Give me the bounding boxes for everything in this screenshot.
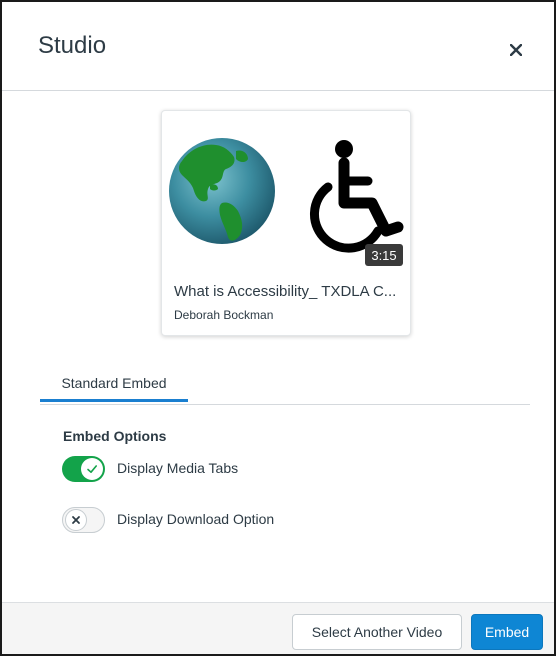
studio-modal: Studio 3:15 What is Accessibility_ TXDLA… [0,0,556,656]
video-title: What is Accessibility_ TXDLA C... [174,283,397,300]
display-media-tabs-label: Display Media Tabs [117,460,239,476]
embed-button[interactable]: Embed [471,614,543,650]
display-media-tabs-toggle[interactable] [62,456,105,482]
option-display-media-tabs: Display Media Tabs [62,454,462,484]
modal-footer: Select Another Video Embed [2,602,554,654]
modal-title: Studio [38,32,107,59]
duration-badge: 3:15 [365,244,403,266]
close-icon [510,44,522,56]
toggle-knob [81,458,103,480]
option-display-download: Display Download Option [62,505,462,535]
modal-header: Studio [2,2,554,91]
checkmark-icon [87,465,97,473]
display-download-option-toggle[interactable] [62,507,105,533]
media-card[interactable]: 3:15 What is Accessibility_ TXDLA C... D… [161,110,411,336]
embed-options-heading: Embed Options [63,428,167,444]
embed-tabs: Standard Embed [40,362,530,405]
toggle-knob [65,509,87,531]
video-author: Deborah Bockman [174,308,274,322]
globe-icon [169,138,275,244]
close-button[interactable] [502,36,530,64]
tab-standard-embed[interactable]: Standard Embed [40,362,188,402]
x-icon [72,516,80,524]
display-download-option-label: Display Download Option [117,511,275,527]
wheelchair-icon [310,140,404,253]
select-another-video-button[interactable]: Select Another Video [292,614,462,650]
